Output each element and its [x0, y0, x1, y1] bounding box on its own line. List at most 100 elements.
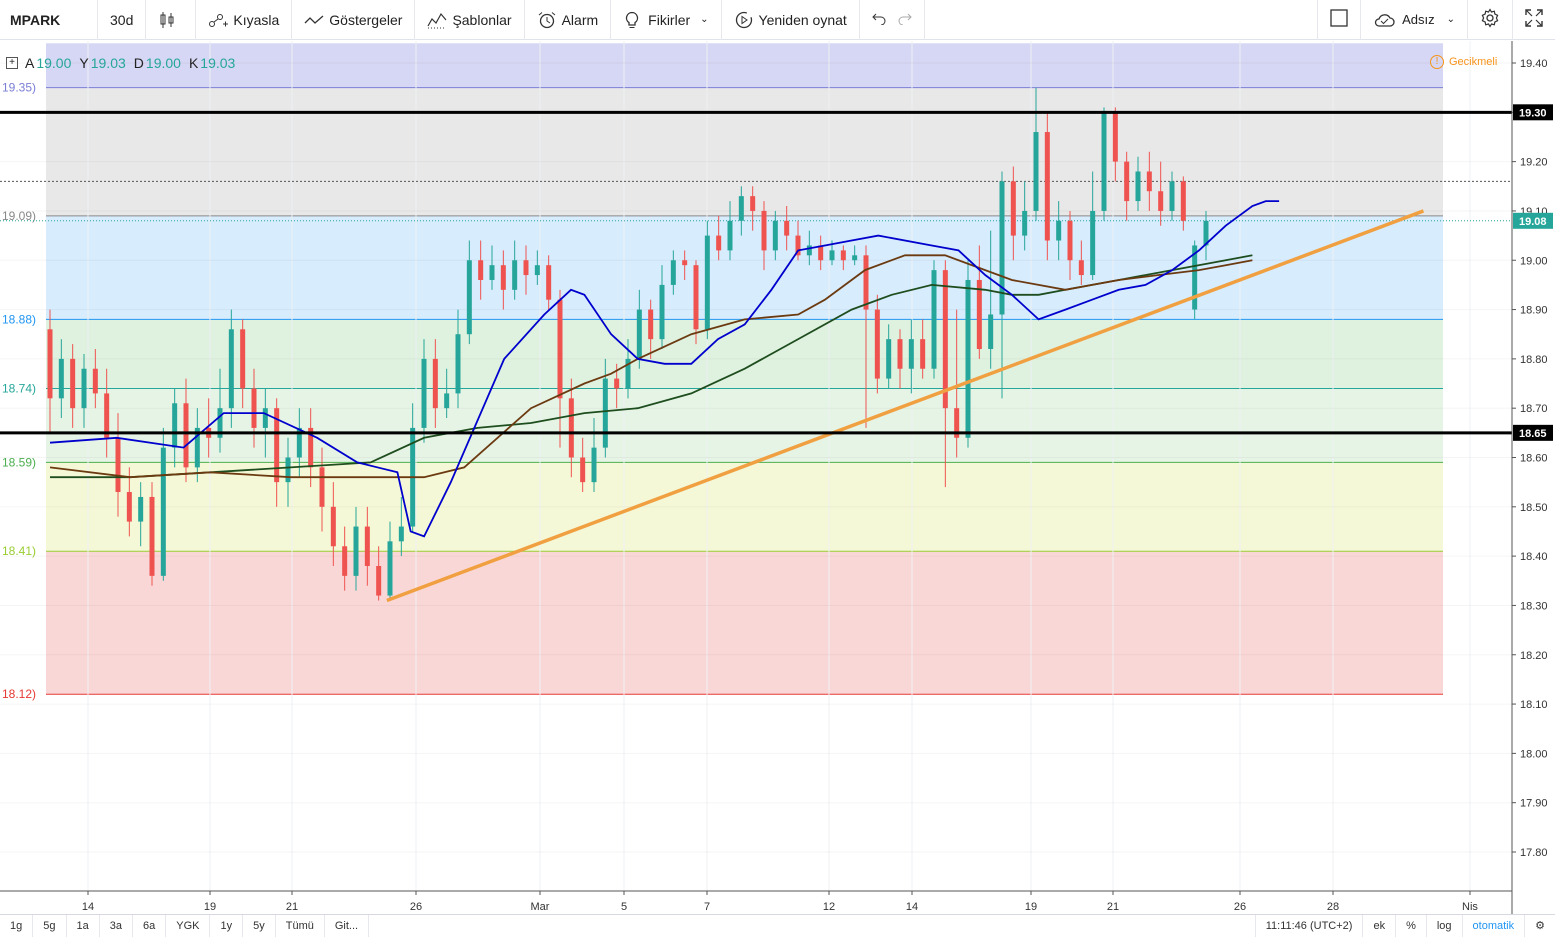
candle-body — [670, 260, 676, 285]
range-all[interactable]: Tümü — [276, 914, 325, 937]
range-5g[interactable]: 5g — [33, 914, 67, 937]
time-tick-label: 7 — [704, 901, 710, 913]
candle-body — [874, 309, 880, 379]
ohlc-legend: + A 19.00 Y 19.03 D 19.00 K 19.03 — [6, 55, 241, 71]
expand-icon — [1525, 9, 1543, 30]
range-1g[interactable]: 1g — [0, 914, 34, 937]
toggle-auto[interactable]: otomatik — [1461, 914, 1525, 937]
time-tick-label: 19 — [1025, 901, 1037, 913]
candle-body — [1010, 181, 1016, 236]
interval-button[interactable]: 30d — [98, 0, 147, 40]
candles-icon — [158, 11, 176, 29]
legend-collapse-icon[interactable]: + — [6, 57, 18, 69]
candle-body — [818, 245, 824, 261]
chart-type-button[interactable] — [146, 0, 197, 40]
candle-body — [251, 388, 257, 428]
ideas-label: Fikirler — [648, 11, 691, 28]
candle-body — [1180, 181, 1186, 221]
range-5y[interactable]: 5y — [243, 914, 276, 937]
templates-button[interactable]: Şablonlar — [415, 0, 525, 40]
indicators-label: Göstergeler — [329, 11, 403, 28]
redo-icon — [898, 11, 912, 28]
layout-save-button[interactable]: Adsız ⌄ — [1360, 0, 1467, 40]
indicators-button[interactable]: Göstergeler — [292, 0, 416, 40]
price-chart[interactable]: 19.35)19.09)18.88)18.74)18.59)18.41)18.1… — [0, 41, 1555, 914]
symbol-search[interactable]: MPARK — [0, 0, 98, 40]
chevron-down-icon: ⌄ — [1446, 14, 1455, 25]
undo-button[interactable] — [860, 0, 898, 40]
fib-label: 18.12) — [2, 687, 36, 701]
price-tick-label: 19.00 — [1520, 255, 1548, 267]
fullscreen-select-button[interactable] — [1317, 0, 1360, 40]
replay-button[interactable]: Yeniden oynat — [722, 0, 860, 40]
candle-body — [376, 565, 382, 596]
toggle-extended[interactable]: ek — [1362, 914, 1395, 937]
fib-band — [46, 551, 1443, 695]
candle-body — [636, 309, 642, 359]
fib-band — [46, 43, 1443, 88]
compare-button[interactable]: Kıyasla — [196, 0, 293, 40]
high-label: Y — [79, 55, 89, 71]
indicators-icon — [304, 11, 324, 29]
fib-label: 18.74) — [2, 381, 36, 395]
alarm-label: Alarm — [561, 11, 599, 28]
candle-body — [240, 329, 246, 389]
gear-icon: ⚙ — [1535, 919, 1545, 932]
range-3a[interactable]: 3a — [100, 914, 133, 937]
chart-area[interactable]: 19.35) 19.09) 18.88) 18.74) 18.59) 18.41) 18.1… — [0, 41, 1555, 914]
candle-body — [829, 250, 835, 261]
range-1y[interactable]: 1y — [210, 914, 244, 937]
low-value: 19.00 — [145, 55, 181, 71]
candle-body — [172, 403, 178, 448]
top-toolbar: MPARK 30d Kıyasla Göstergeler Şablonlar … — [0, 0, 1555, 40]
candle-body — [342, 546, 348, 576]
settings-button[interactable] — [1467, 0, 1512, 40]
candle-body — [942, 270, 948, 409]
warning-icon: ! — [1430, 55, 1444, 69]
chart-settings-button[interactable]: ⚙ — [1524, 914, 1555, 937]
candle-body — [81, 368, 87, 409]
toggle-percent[interactable]: % — [1395, 914, 1426, 937]
price-tick-label: 18.60 — [1520, 453, 1548, 465]
layout-name: Adsız — [1402, 12, 1435, 27]
time-tick-label: 26 — [410, 901, 422, 913]
candle-body — [716, 235, 722, 251]
range-ygk[interactable]: YGK — [166, 914, 211, 937]
candle-body — [444, 393, 450, 409]
candle-body — [659, 284, 665, 340]
candle-body — [466, 260, 472, 335]
candle-body — [1124, 161, 1130, 202]
candle-body — [886, 339, 892, 379]
toggle-log[interactable]: log — [1425, 914, 1462, 937]
delay-badge[interactable]: ! Gecikmeli — [1430, 55, 1497, 69]
candle-body — [1146, 171, 1152, 192]
alarm-button[interactable]: Alarm — [525, 0, 612, 40]
candle-body — [806, 245, 812, 256]
candle-body — [126, 492, 132, 522]
range-1a[interactable]: 1a — [67, 914, 100, 937]
time-tick-label: 21 — [286, 901, 298, 913]
compare-icon — [208, 11, 229, 29]
candle-body — [455, 334, 461, 394]
low-label: D — [133, 55, 144, 71]
expand-button[interactable] — [1512, 0, 1555, 40]
ideas-button[interactable]: Fikirler ⌄ — [611, 0, 722, 40]
range-6a[interactable]: 6a — [133, 914, 167, 937]
candle-body — [784, 220, 790, 236]
fib-label: 18.88) — [2, 312, 36, 326]
price-tick-label: 17.90 — [1520, 798, 1548, 810]
delay-label: Gecikmeli — [1449, 56, 1498, 68]
clock[interactable]: 11:11:46 (UTC+2) — [1254, 914, 1363, 937]
goto-date-button[interactable]: Git... — [325, 914, 370, 937]
time-tick-label: Nis — [1462, 901, 1478, 913]
candle-body — [1090, 210, 1096, 276]
time-tick-label: 21 — [1107, 901, 1119, 913]
redo-button[interactable] — [898, 0, 925, 40]
time-tick-label: 28 — [1327, 901, 1339, 913]
price-tick-label: 18.50 — [1520, 502, 1548, 514]
candle-body — [478, 260, 484, 280]
compare-label: Kıyasla — [233, 11, 280, 28]
candle-body — [104, 393, 110, 438]
candle-body — [512, 260, 518, 290]
candle-body — [262, 408, 268, 428]
